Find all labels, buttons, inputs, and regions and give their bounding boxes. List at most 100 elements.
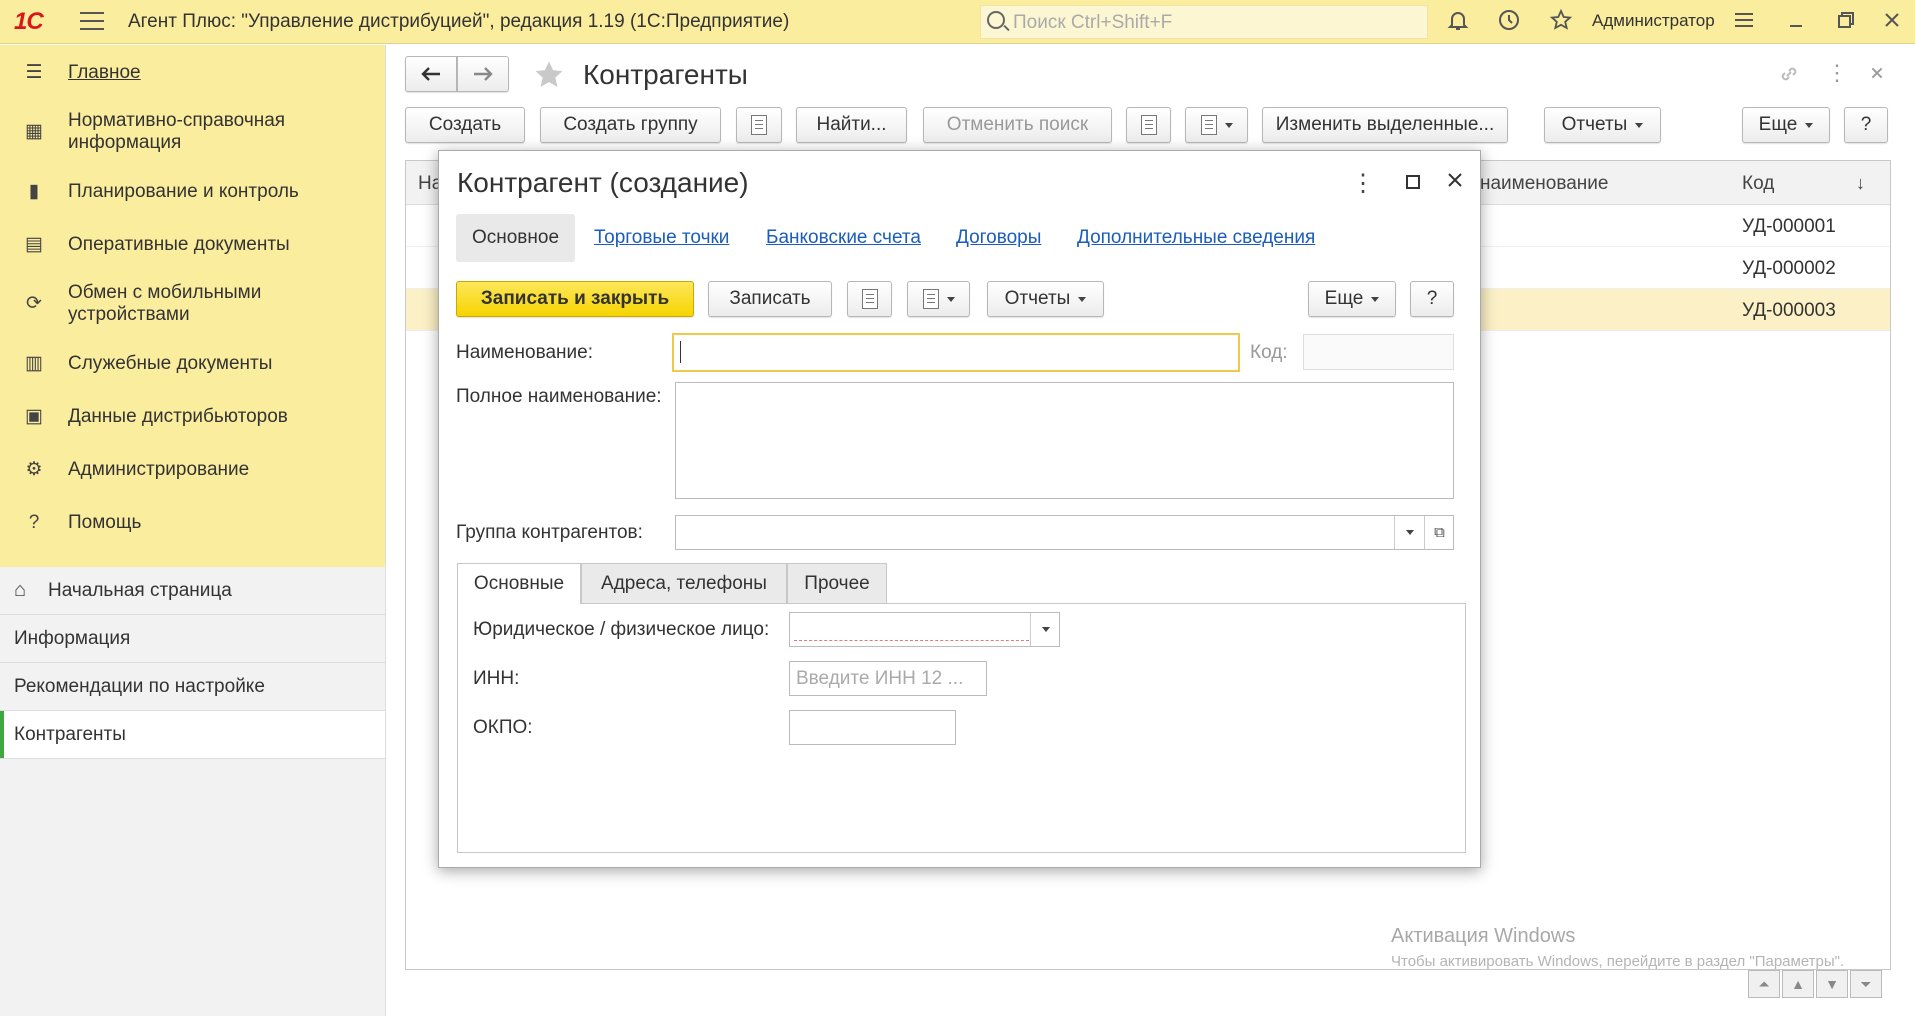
entity-type-dropdown-icon[interactable] xyxy=(1030,613,1060,646)
inner-tab-other[interactable]: Прочее xyxy=(787,563,887,603)
reports-label: Отчеты xyxy=(1004,288,1071,309)
sidebar-section-main[interactable]: ☰ Главное xyxy=(0,47,385,99)
scroll-bottom-icon[interactable]: ⏷ xyxy=(1850,970,1882,998)
help-button[interactable]: ? xyxy=(1844,107,1888,143)
inner-tab-main[interactable]: Основные xyxy=(457,563,581,604)
sidebar-section-help[interactable]: ? Помощь xyxy=(0,496,385,549)
more-vertical-icon[interactable]: ⋮ xyxy=(1826,60,1848,86)
inner-tab-addresses[interactable]: Адреса, телефоны xyxy=(581,563,787,603)
dialog-more-icon[interactable]: ⋮ xyxy=(1349,169,1377,198)
save-button[interactable]: Записать xyxy=(708,281,832,317)
cancel-search-button[interactable]: Отменить поиск xyxy=(923,107,1112,143)
back-button[interactable] xyxy=(405,56,457,92)
scroll-top-icon[interactable]: ⏶ xyxy=(1748,970,1780,998)
nav-label: Начальная страница xyxy=(48,579,232,601)
restore-icon[interactable] xyxy=(1832,8,1860,39)
change-selected-button[interactable]: Изменить выделенные... xyxy=(1262,107,1508,143)
nav-home[interactable]: ⌂ Начальная страница xyxy=(0,567,385,615)
more-dropdown-button[interactable]: Еще xyxy=(1742,107,1830,143)
okpo-input[interactable] xyxy=(789,710,956,745)
name-input[interactable] xyxy=(672,333,1240,372)
sort-down-icon[interactable]: ↓ xyxy=(1856,173,1865,194)
sync-icon: ⟳ xyxy=(26,293,42,314)
column-header-full-name[interactable]: наименование xyxy=(1480,173,1608,195)
open-icon[interactable]: ⧉ xyxy=(1424,516,1454,549)
search-input[interactable]: Поиск Ctrl+Shift+F xyxy=(980,5,1428,39)
dialog-reports-dropdown[interactable]: Отчеты xyxy=(987,281,1104,317)
list-icon xyxy=(1140,115,1157,135)
sidebar-section-label: Нормативно-справочная информация xyxy=(68,110,286,153)
gear-icon: ⚙ xyxy=(25,458,43,480)
entity-type-select[interactable] xyxy=(789,612,1060,647)
column-header-code[interactable]: Код xyxy=(1742,173,1774,195)
nav-label: Рекомендации по настройке xyxy=(14,675,265,697)
close-form-icon[interactable] xyxy=(1866,62,1888,90)
list-settings-button[interactable] xyxy=(1126,107,1171,143)
more-label: Еще xyxy=(1324,288,1364,309)
sidebar-section-label: Данные дистрибьюторов xyxy=(68,405,288,427)
find-button[interactable]: Найти... xyxy=(796,107,907,143)
history-icon[interactable] xyxy=(1495,8,1523,39)
hamburger-menu-icon[interactable] xyxy=(80,12,104,32)
okpo-label: ОКПО: xyxy=(473,717,533,738)
forward-button[interactable] xyxy=(457,56,509,92)
tab-bank-accounts[interactable]: Банковские счета xyxy=(766,227,921,249)
dialog-close-icon[interactable] xyxy=(1441,169,1469,197)
dialog-maximize-icon[interactable] xyxy=(1399,169,1427,197)
scroll-down-icon[interactable]: ▼ xyxy=(1816,970,1848,998)
add-copy-icon xyxy=(751,115,767,135)
sidebar-section-reference[interactable]: ▦ Нормативно-справочная информация xyxy=(0,99,385,165)
page-title: Контрагенты xyxy=(583,59,748,90)
star-icon[interactable] xyxy=(1547,8,1575,39)
code-input[interactable] xyxy=(1303,334,1454,370)
minimize-icon[interactable] xyxy=(1782,8,1810,39)
sidebar-section-service-docs[interactable]: ▥ Служебные документы xyxy=(0,337,385,390)
dialog-print-dropdown[interactable] xyxy=(907,281,970,317)
question-icon: ? xyxy=(28,511,40,533)
tab-contracts[interactable]: Договоры xyxy=(956,227,1041,249)
search-icon xyxy=(987,11,1005,29)
nav-label: Информация xyxy=(14,627,131,649)
group-dropdown-icon[interactable] xyxy=(1394,516,1424,549)
tab-trade-points[interactable]: Торговые точки xyxy=(594,227,729,249)
close-icon[interactable] xyxy=(1878,8,1906,39)
link-icon[interactable] xyxy=(1777,62,1801,92)
reports-label: Отчеты xyxy=(1561,114,1628,135)
user-name[interactable]: Администратор xyxy=(1592,11,1715,31)
favorite-star-icon[interactable] xyxy=(532,58,566,98)
bell-icon[interactable] xyxy=(1444,8,1472,39)
top-bar: 1С Агент Плюс: "Управление дистрибуцией"… xyxy=(0,0,1915,44)
settings-menu-icon[interactable] xyxy=(1730,8,1758,39)
group-select[interactable]: ⧉ xyxy=(675,515,1454,550)
tab-main[interactable]: Основное xyxy=(456,214,575,262)
sidebar-section-planning[interactable]: ▮ Планирование и контроль xyxy=(0,165,385,218)
inner-tab-panel: Юридическое / физическое лицо: ИНН: Введ… xyxy=(457,603,1466,853)
nav-counterparties[interactable]: Контрагенты xyxy=(0,711,385,759)
save-and-close-button[interactable]: Записать и закрыть xyxy=(456,281,694,317)
sidebar-section-operational-docs[interactable]: ▤ Оперативные документы xyxy=(0,218,385,271)
dialog-title: Контрагент (создание) xyxy=(457,167,749,198)
inn-input[interactable]: Введите ИНН 12 ... xyxy=(789,661,987,696)
reports-dropdown-button[interactable]: Отчеты xyxy=(1544,107,1661,143)
scroll-up-icon[interactable]: ▲ xyxy=(1782,970,1814,998)
code-label: Код: xyxy=(1250,342,1288,363)
create-button[interactable]: Создать xyxy=(405,107,525,143)
sidebar: ☰ Главное ▦ Нормативно-справочная информ… xyxy=(0,45,386,1016)
print-dropdown-button[interactable] xyxy=(1185,107,1248,143)
dialog-help-button[interactable]: ? xyxy=(1410,281,1454,317)
dialog-more-dropdown[interactable]: Еще xyxy=(1308,281,1396,317)
tab-additional-info[interactable]: Дополнительные сведения xyxy=(1077,227,1315,249)
sidebar-section-admin[interactable]: ⚙ Администрирование xyxy=(0,443,385,496)
create-group-button[interactable]: Создать группу xyxy=(540,107,721,143)
sidebar-section-label: Служебные документы xyxy=(68,352,273,374)
nav-recommendations[interactable]: Рекомендации по настройке xyxy=(0,663,385,711)
copy-button[interactable] xyxy=(736,107,782,143)
sidebar-section-mobile-exchange[interactable]: ⟳ Обмен с мобильными устройствами xyxy=(0,271,385,337)
full-name-textarea[interactable] xyxy=(675,382,1454,499)
dialog-list-button[interactable] xyxy=(847,281,892,317)
sections-panel: ☰ Главное ▦ Нормативно-справочная информ… xyxy=(0,45,385,567)
list-icon xyxy=(861,289,878,309)
sidebar-section-distributors[interactable]: ▣ Данные дистрибьюторов xyxy=(0,390,385,443)
sidebar-section-label: Оперативные документы xyxy=(68,233,290,255)
nav-information[interactable]: Информация xyxy=(0,615,385,663)
